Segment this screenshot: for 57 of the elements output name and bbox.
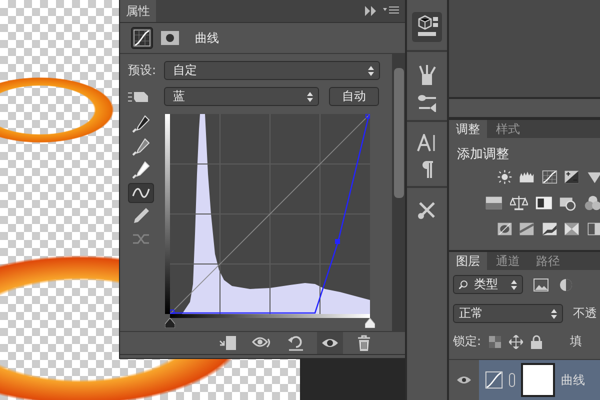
curves-adjustment-icon[interactable] (132, 28, 152, 48)
layer-name: 曲线 (561, 372, 585, 388)
eyedropper-icon[interactable] (131, 137, 151, 157)
3d-cube-icon[interactable] (415, 15, 439, 39)
add-adjustment-heading: 添加调整 (456, 146, 510, 164)
blend-mode-dropdown[interactable]: 正常 (453, 304, 563, 323)
channel-dropdown[interactable]: 蓝 (164, 87, 319, 106)
channel-mixer-icon[interactable] (584, 193, 600, 213)
lock-pixels-icon[interactable] (489, 336, 502, 348)
scrollbar[interactable] (392, 54, 405, 331)
curves-adjustment-icon (485, 371, 503, 389)
reset-icon[interactable] (286, 333, 306, 353)
paragraph-icon[interactable] (420, 160, 434, 178)
brushes-icon[interactable] (417, 64, 437, 86)
adjustment-filter-icon[interactable] (559, 278, 573, 292)
clip-to-layer-icon[interactable] (218, 333, 238, 353)
panel-tab[interactable]: 路径 (529, 252, 567, 270)
dropdown-arrows-icon (368, 66, 374, 76)
preset-label: 预设: (128, 62, 158, 79)
pencil-icon[interactable] (131, 206, 151, 226)
eyedropper-icon[interactable] (131, 114, 151, 134)
collapse-icon[interactable] (365, 6, 377, 16)
preset-dropdown[interactable]: 自定 (164, 61, 380, 80)
auto-button[interactable]: 自动 (329, 87, 379, 106)
adjustment-title: 曲线 (195, 30, 219, 46)
image-filter-icon[interactable] (533, 278, 549, 292)
filter-dropdown[interactable]: 类型 (453, 275, 523, 294)
panel-tab[interactable]: 图层 (449, 252, 487, 270)
panel-tab[interactable]: 属性 (120, 0, 156, 22)
layer-mask-thumbnail (521, 363, 555, 397)
search-icon (459, 280, 468, 289)
panel-menu-icon[interactable] (383, 6, 399, 16)
mask-icon[interactable] (160, 28, 180, 48)
lock-icon[interactable] (531, 334, 542, 348)
dropdown-arrows-icon (551, 308, 557, 318)
brightness-icon[interactable] (497, 167, 512, 187)
curves-graph[interactable] (170, 114, 370, 314)
panel-tab[interactable]: 通道 (489, 252, 527, 270)
dropdown-arrows-icon (511, 280, 517, 290)
eye-icon[interactable] (456, 374, 472, 386)
input-slider-handle[interactable] (165, 318, 175, 328)
link-icon (509, 373, 515, 387)
panel-tab[interactable]: 调整 (449, 120, 487, 138)
move-icon[interactable] (509, 334, 524, 348)
panel-tab[interactable]: 样式 (489, 120, 527, 138)
color-balance-icon[interactable] (510, 193, 528, 213)
layer-row[interactable]: 曲线 (479, 360, 600, 400)
input-slider-handle[interactable] (365, 318, 375, 328)
dropdown-arrows-icon (307, 92, 313, 102)
tool-presets-icon[interactable] (417, 200, 437, 220)
fill-label: 填 (570, 333, 582, 350)
eyedropper-icon[interactable] (131, 160, 151, 180)
scrollbar-thumb[interactable] (394, 68, 404, 198)
opacity-label: 不透 (573, 305, 597, 322)
lock-label: 锁定: (453, 333, 482, 350)
character-icon[interactable] (417, 134, 437, 152)
brush-presets-icon[interactable] (417, 94, 437, 112)
